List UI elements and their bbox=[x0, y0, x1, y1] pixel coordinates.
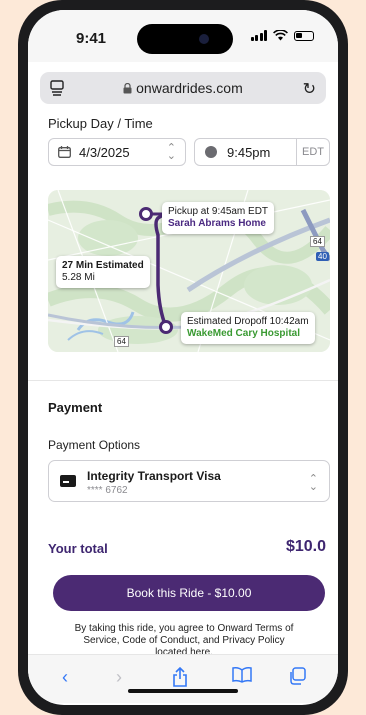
address-bar[interactable]: onwardrides.com ↻ bbox=[40, 72, 326, 104]
share-icon[interactable] bbox=[172, 667, 188, 687]
card-number: **** 6762 bbox=[87, 485, 128, 496]
status-icons bbox=[250, 30, 314, 41]
battery-icon bbox=[294, 30, 314, 41]
phone-frame: 9:41 onwardrides.com ↻ Pickup Day / Time… bbox=[18, 0, 348, 715]
chevron-updown-icon: ⌃ ⌄ bbox=[166, 142, 176, 162]
url-display[interactable]: onwardrides.com bbox=[40, 80, 326, 96]
payment-title: Payment bbox=[48, 400, 103, 415]
url-text: onwardrides.com bbox=[136, 80, 243, 96]
status-time: 9:41 bbox=[76, 30, 107, 47]
estimate-time-text: 27 Min Estimated bbox=[62, 260, 144, 271]
credit-card-icon bbox=[60, 475, 76, 487]
dynamic-island bbox=[137, 24, 233, 54]
signal-icon bbox=[250, 30, 267, 41]
wifi-icon bbox=[273, 30, 288, 41]
estimate-callout: 27 Min Estimated 5.28 Mi bbox=[56, 256, 150, 288]
home-indicator bbox=[128, 689, 238, 693]
route-map[interactable]: 64 1 40 64 Pickup at 9:45am EDT Sarah Ab… bbox=[48, 190, 330, 352]
clock-icon bbox=[205, 146, 217, 158]
dropoff-place-text: WakeMed Cary Hospital bbox=[187, 328, 300, 339]
card-name: Integrity Transport Visa bbox=[87, 469, 221, 483]
back-icon[interactable]: ‹ bbox=[62, 667, 68, 688]
total-label: Your total bbox=[48, 541, 108, 556]
status-bar: 9:41 bbox=[28, 10, 338, 62]
tabs-overview-icon[interactable] bbox=[288, 667, 306, 685]
terms-body: By taking this ride, you agree to Onward… bbox=[74, 623, 294, 658]
payment-options-label: Payment Options bbox=[48, 438, 141, 452]
pickup-time-select[interactable]: 9:45pm EDT bbox=[194, 138, 330, 166]
pickup-place-text: Sarah Abrams Home bbox=[168, 218, 266, 229]
phone-screen: 9:41 onwardrides.com ↻ Pickup Day / Time… bbox=[28, 10, 338, 705]
timezone-label: EDT bbox=[296, 139, 329, 165]
payment-method-select[interactable]: Integrity Transport Visa **** 6762 ⌃ ⌄ bbox=[48, 460, 330, 502]
pickup-time-text: Pickup at 9:45am EDT bbox=[168, 206, 269, 217]
lock-icon bbox=[123, 82, 132, 94]
chevron-updown-icon: ⌃ ⌄ bbox=[308, 473, 318, 493]
road-label-64: 64 bbox=[310, 236, 325, 247]
book-ride-button[interactable]: Book this Ride - $10.00 bbox=[53, 575, 325, 611]
pickup-date-select[interactable]: 4/3/2025 ⌃ ⌄ bbox=[48, 138, 186, 166]
forward-icon[interactable]: › bbox=[116, 667, 122, 688]
road-label-64-west: 64 bbox=[114, 336, 129, 347]
reload-icon[interactable]: ↻ bbox=[303, 79, 316, 99]
road-label-40: 40 bbox=[316, 252, 329, 261]
pickup-title: Pickup Day / Time bbox=[48, 116, 153, 131]
pickup-date-value: 4/3/2025 bbox=[79, 145, 130, 160]
bookmarks-icon[interactable] bbox=[232, 667, 252, 683]
pickup-time-value: 9:45pm bbox=[227, 145, 271, 160]
browser-toolbar: ‹ › bbox=[28, 654, 338, 703]
estimate-distance-text: 5.28 Mi bbox=[62, 272, 95, 283]
dropoff-time-text: Estimated Dropoff 10:42am bbox=[187, 316, 309, 327]
section-divider bbox=[28, 380, 338, 381]
dropoff-callout: Estimated Dropoff 10:42am WakeMed Cary H… bbox=[181, 312, 315, 344]
calendar-icon bbox=[58, 146, 71, 158]
pickup-callout: Pickup at 9:45am EDT Sarah Abrams Home bbox=[162, 202, 275, 234]
camera-icon bbox=[199, 34, 209, 44]
total-value: $10.0 bbox=[285, 538, 326, 555]
